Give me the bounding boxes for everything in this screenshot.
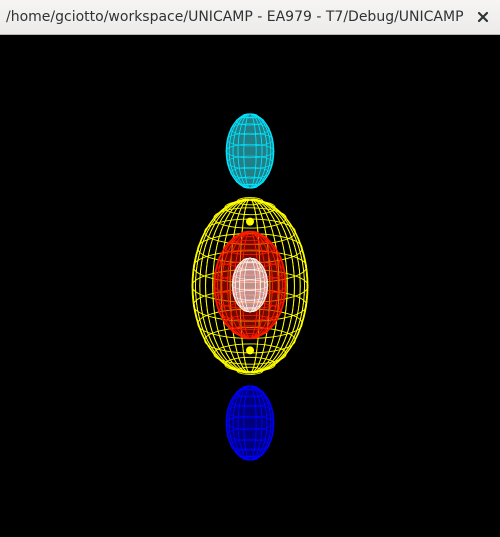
close-button[interactable] (472, 6, 494, 28)
white-ellipsoid (231, 257, 269, 313)
cyan-ellipsoid (225, 113, 275, 189)
app-window: /home/gciotto/workspace/UNICAMP - EA979 … (0, 0, 500, 537)
blue-ellipsoid (225, 385, 275, 461)
close-icon (477, 11, 489, 23)
scene-svg (191, 113, 309, 461)
render-canvas[interactable] (0, 35, 500, 537)
window-title: /home/gciotto/workspace/UNICAMP - EA979 … (6, 9, 464, 25)
title-bar[interactable]: /home/gciotto/workspace/UNICAMP - EA979 … (0, 0, 500, 35)
